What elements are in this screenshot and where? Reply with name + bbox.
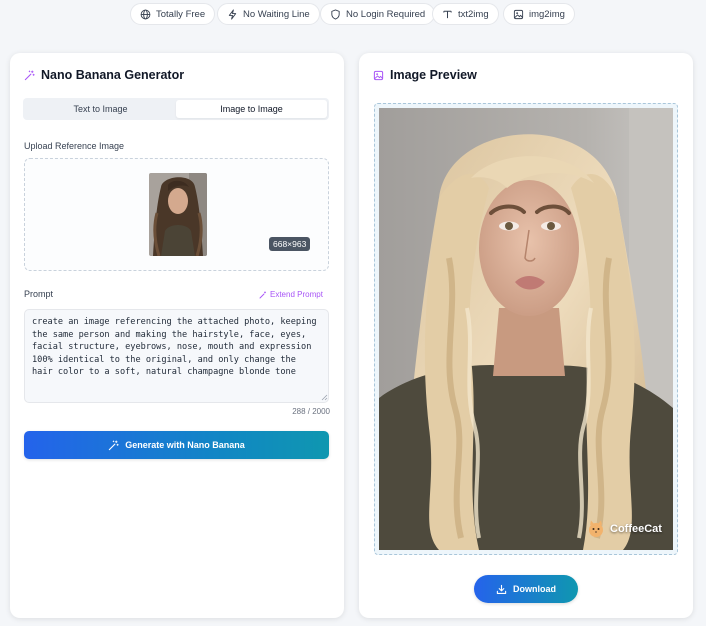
generator-panel: Nano Banana Generator Text to Image Imag… <box>10 53 344 618</box>
generator-title: Nano Banana Generator <box>24 68 184 82</box>
tab-text-to-image[interactable]: Text to Image <box>25 100 176 118</box>
magic-wand-icon <box>259 290 267 298</box>
extend-prompt-link[interactable]: Extend Prompt <box>259 290 323 299</box>
image-icon <box>513 9 524 19</box>
upload-dropzone[interactable]: 668×963 <box>24 158 329 271</box>
prompt-label: Prompt <box>24 289 54 299</box>
preview-title: Image Preview <box>373 68 477 82</box>
lightning-icon <box>228 8 237 20</box>
watermark-text: CoffeeCat <box>610 523 662 535</box>
feature-pills: Totally Free No Waiting Line No Login Re… <box>0 3 706 25</box>
pill-txt2img: txt2img <box>432 3 499 25</box>
generator-title-text: Nano Banana Generator <box>41 68 185 82</box>
pill-no-login-required: No Login Required <box>320 3 436 25</box>
text-icon <box>443 10 452 18</box>
preview-title-text: Image Preview <box>390 68 477 82</box>
extend-prompt-label: Extend Prompt <box>270 290 323 299</box>
magic-wand-icon <box>24 70 35 80</box>
pill-label: img2img <box>529 8 565 20</box>
image-icon <box>373 70 384 80</box>
cat-logo-icon <box>589 520 603 537</box>
pill-label: No Login Required <box>346 8 426 20</box>
upload-label: Upload Reference Image <box>24 141 125 151</box>
pill-no-waiting-line: No Waiting Line <box>217 3 320 25</box>
preview-panel: Image Preview CoffeeCat Download <box>359 53 693 618</box>
pill-totally-free: Totally Free <box>130 3 216 25</box>
generate-button[interactable]: Generate with Nano Banana <box>24 431 329 459</box>
character-counter: 288 / 2000 <box>292 407 330 416</box>
prompt-textarea[interactable]: create an image referencing the attached… <box>24 309 329 403</box>
image-dimensions-badge: 668×963 <box>269 237 311 251</box>
mode-tabs: Text to Image Image to Image <box>23 98 329 120</box>
download-icon <box>496 584 507 594</box>
preview-frame: CoffeeCat <box>374 103 678 555</box>
generated-image: CoffeeCat <box>379 108 673 550</box>
download-button[interactable]: Download <box>474 575 578 603</box>
coffeecat-watermark: CoffeeCat <box>586 519 662 539</box>
download-button-label: Download <box>513 584 556 594</box>
pill-label: txt2img <box>458 8 489 20</box>
resize-handle-icon[interactable] <box>321 394 328 401</box>
reference-thumbnail <box>149 173 207 256</box>
pill-label: Totally Free <box>156 8 206 20</box>
generate-button-label: Generate with Nano Banana <box>125 440 245 450</box>
shield-icon <box>331 8 340 20</box>
globe-icon <box>140 9 151 19</box>
magic-wand-icon <box>109 440 119 450</box>
pill-label: No Waiting Line <box>243 8 310 20</box>
pill-img2img: img2img <box>503 3 575 25</box>
tab-image-to-image[interactable]: Image to Image <box>176 100 327 118</box>
